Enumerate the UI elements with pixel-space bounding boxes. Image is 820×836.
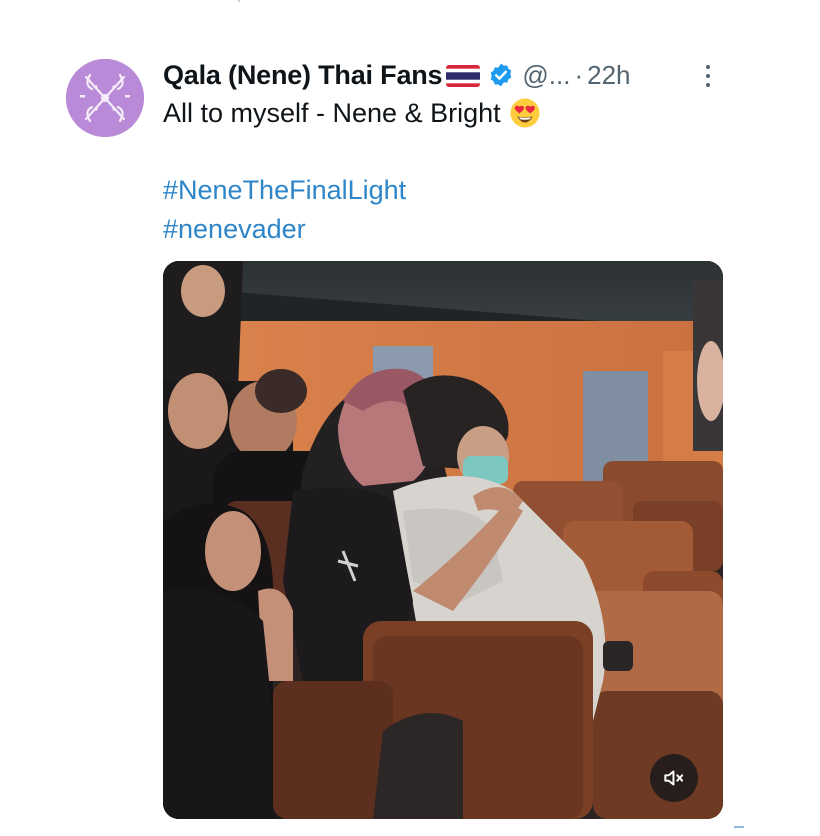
verified-badge-icon[interactable] xyxy=(488,62,514,88)
video-frame xyxy=(163,261,723,819)
avatar-logo-icon xyxy=(66,59,144,137)
divider-fragment xyxy=(734,826,744,828)
tweet-text: All to myself - Nene & Bright xyxy=(163,96,541,130)
hashtag-link[interactable]: #nenevader xyxy=(163,212,306,246)
speaker-muted-icon xyxy=(664,770,684,786)
tweet-header: Qala (Nene) Thai Fans @... · 22h xyxy=(163,58,631,92)
separator-dot: · xyxy=(574,59,584,90)
more-dot xyxy=(706,65,710,69)
mute-button[interactable] xyxy=(650,754,698,802)
video-player[interactable] xyxy=(163,261,723,819)
author-display-name[interactable]: Qala (Nene) Thai Fans xyxy=(163,60,443,91)
more-dot xyxy=(706,83,710,87)
tweet-text-body: All to myself - Nene & Bright xyxy=(163,98,501,128)
hashtag-link[interactable]: #NeneTheFinalLight xyxy=(163,173,406,207)
avatar[interactable] xyxy=(66,59,144,137)
thai-flag-icon xyxy=(446,65,481,87)
tweet-timestamp[interactable]: 22h xyxy=(587,60,630,91)
author-handle[interactable]: @... xyxy=(522,60,570,91)
page: Qala (Nene) Thai Fans @... · 22h All to … xyxy=(0,0,820,836)
heart-eyes-emoji-icon xyxy=(509,97,541,129)
more-options-icon[interactable] xyxy=(696,61,720,91)
more-dot xyxy=(706,74,710,78)
tweet[interactable]: Qala (Nene) Thai Fans @... · 22h All to … xyxy=(0,0,820,836)
